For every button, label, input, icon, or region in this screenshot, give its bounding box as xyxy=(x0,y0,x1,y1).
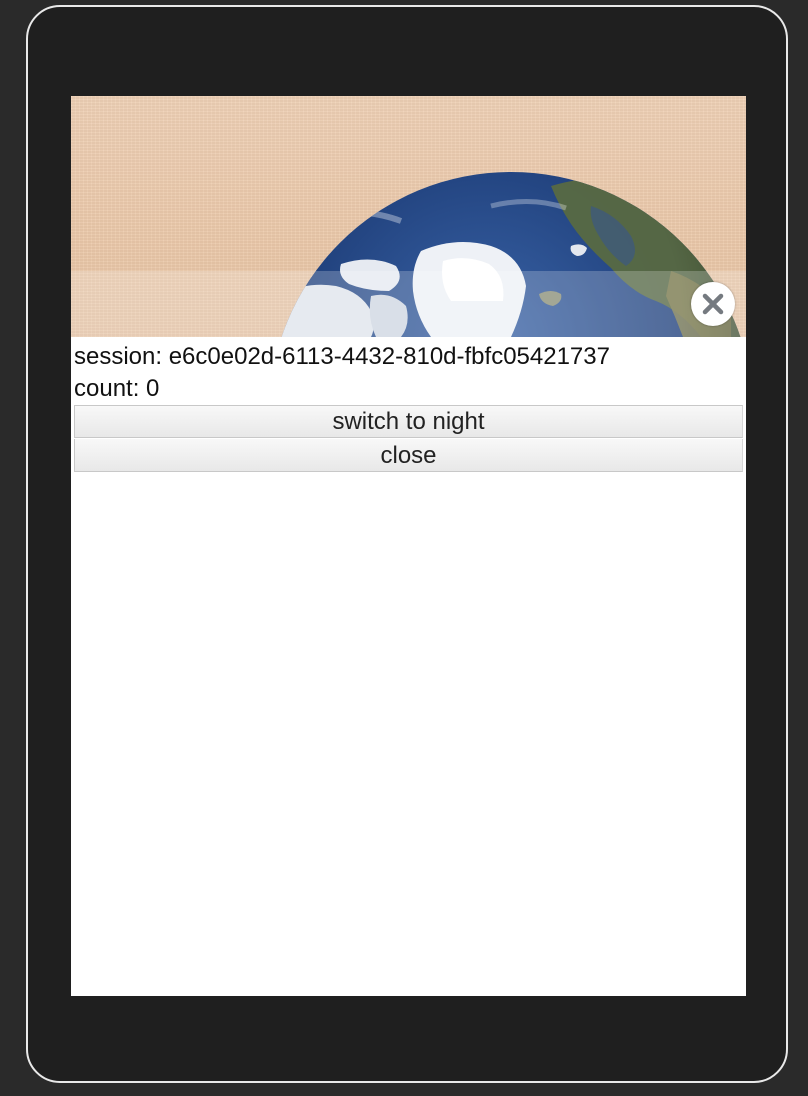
switch-to-night-button[interactable]: switch to night xyxy=(74,405,743,438)
count-text: count: 0 xyxy=(74,375,160,402)
header-banner xyxy=(71,96,746,337)
session-info: session: e6c0e02d-6113-4432-810d-fbfc054… xyxy=(71,337,746,405)
close-button[interactable]: close xyxy=(74,439,743,472)
close-circle-icon[interactable] xyxy=(691,282,735,326)
banner-overlay xyxy=(71,271,746,337)
session-id-text: session: e6c0e02d-6113-4432-810d-fbfc054… xyxy=(74,343,610,370)
app-screen: session: e6c0e02d-6113-4432-810d-fbfc054… xyxy=(71,96,746,996)
